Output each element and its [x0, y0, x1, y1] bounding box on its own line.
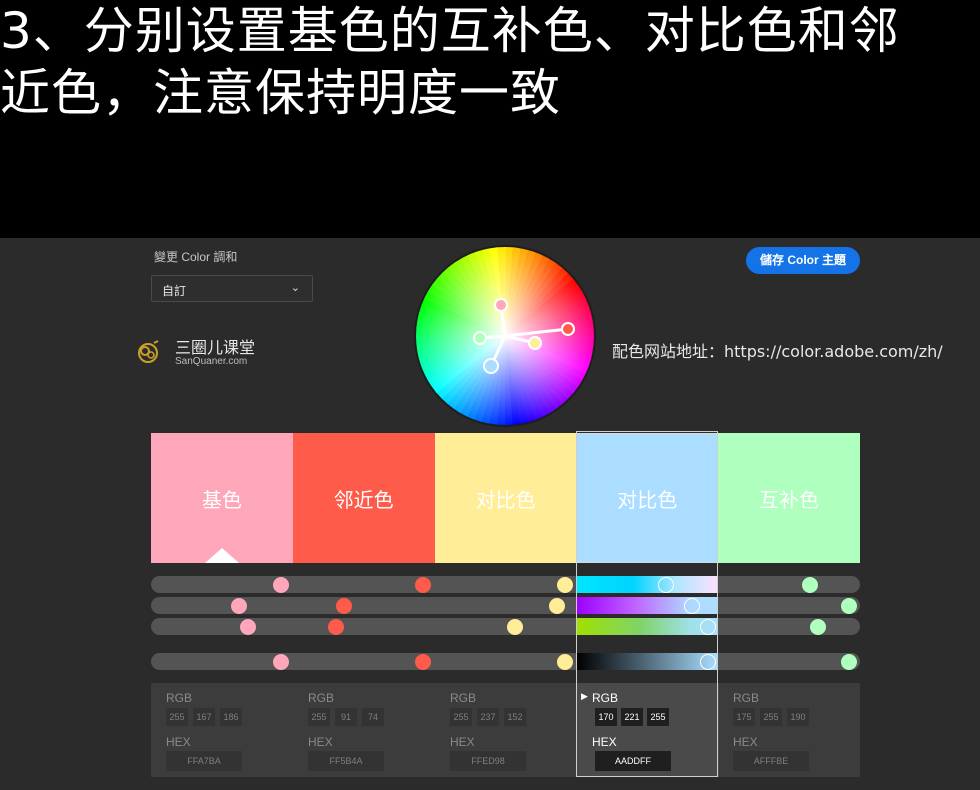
rgb-g-field[interactable]: 237	[477, 708, 499, 726]
rgb-b-field[interactable]: 74	[362, 708, 384, 726]
color-values-col-2: RGB 255 91 74 HEX FF5B4A	[293, 683, 435, 777]
swatch-base[interactable]: 基色	[151, 433, 293, 563]
rgb-label: RGB	[308, 691, 335, 705]
rgb-r-field[interactable]: 175	[733, 708, 755, 726]
rgb-r-field[interactable]: 255	[308, 708, 330, 726]
brand-domain: SanQuaner.com	[175, 356, 248, 367]
rgb-g-field[interactable]: 255	[760, 708, 782, 726]
hex-label: HEX	[308, 735, 333, 749]
chevron-down-icon: ⌄	[290, 282, 300, 294]
rgb-r-field[interactable]: 255	[450, 708, 472, 726]
slider-knob-selected[interactable]	[684, 597, 700, 614]
slider-knob[interactable]	[549, 597, 565, 614]
slider-knob[interactable]	[240, 618, 256, 635]
brand-watermark: 三圈儿课堂 SanQuaner.com	[134, 334, 304, 374]
slider-gradient-brightness	[577, 618, 718, 635]
brand-logo-icon	[138, 340, 159, 363]
swatch-label: 对比色	[617, 487, 678, 512]
slider-knob[interactable]	[273, 653, 289, 670]
slider-knob[interactable]	[557, 576, 573, 593]
slider-knob[interactable]	[328, 618, 344, 635]
slider-knob[interactable]	[841, 653, 857, 670]
slider-knob-selected[interactable]	[658, 576, 674, 593]
slider-track-value[interactable]	[151, 653, 860, 670]
swatch-analogous[interactable]: 邻近色	[292, 433, 435, 563]
hex-field[interactable]: AADDFF	[595, 751, 671, 771]
swatch-label: 基色	[201, 487, 242, 512]
wheel-handle-contrast-2[interactable]	[483, 358, 499, 374]
brand-name: 三圈儿课堂	[175, 338, 256, 357]
color-values-col-3: RGB 255 237 152 HEX FFED98	[435, 683, 577, 777]
save-theme-button[interactable]: 儲存 Color 主題	[746, 247, 860, 274]
slider-knob-selected[interactable]	[700, 653, 716, 670]
slider-knob[interactable]	[802, 576, 818, 593]
color-wheel[interactable]	[413, 244, 597, 428]
slider-knob[interactable]	[415, 576, 431, 593]
wheel-handle-complement[interactable]	[473, 331, 487, 345]
harmony-mode-value: 自訂	[162, 284, 187, 298]
color-swatches: 基色 邻近色 对比色 对比色 互补色	[151, 433, 860, 563]
color-values-col-4: ▶ RGB 170 221 255 HEX AADDFF	[577, 683, 719, 777]
channel-sliders	[151, 576, 860, 676]
rgb-b-field[interactable]: 255	[647, 708, 669, 726]
slider-knob[interactable]	[415, 653, 431, 670]
rgb-label: RGB	[733, 691, 760, 705]
rgb-g-field[interactable]: 167	[193, 708, 215, 726]
rgb-b-field[interactable]: 190	[787, 708, 809, 726]
slider-knob[interactable]	[336, 597, 352, 614]
slider-knob[interactable]	[507, 618, 523, 635]
caret-right-icon: ▶	[581, 692, 588, 702]
slider-knob[interactable]	[841, 597, 857, 614]
slider-track-saturation[interactable]	[151, 597, 860, 614]
hex-label: HEX	[166, 735, 191, 749]
slider-knob[interactable]	[231, 597, 247, 614]
swatch-label: 邻近色	[333, 487, 394, 512]
site-url-caption: 配色网站地址：https://color.adobe.com/zh/	[612, 342, 943, 361]
hex-label: HEX	[450, 735, 475, 749]
slider-knob[interactable]	[273, 576, 289, 593]
harmony-mode-label: 變更 Color 調和	[154, 250, 238, 264]
swatch-label: 对比色	[475, 487, 536, 512]
swatch-complement[interactable]: 互补色	[718, 433, 860, 563]
wheel-handle-contrast-1[interactable]	[528, 336, 542, 350]
wheel-handle-base[interactable]	[494, 298, 508, 312]
rgb-g-field[interactable]: 221	[621, 708, 643, 726]
headline-line-1: 3、分别设置基色的互补色、对比色和邻	[0, 2, 900, 60]
color-values-col-5: RGB 175 255 190 HEX AFFFBE	[718, 683, 860, 777]
swatch-contrast-1[interactable]: 对比色	[434, 433, 577, 563]
rgb-b-field[interactable]: 152	[504, 708, 526, 726]
slider-knob[interactable]	[557, 653, 573, 670]
hex-label: HEX	[733, 735, 758, 749]
slider-track-brightness[interactable]	[151, 618, 860, 635]
swatch-label: 互补色	[759, 487, 820, 512]
slider-gradient-hue	[577, 576, 718, 593]
rgb-label: RGB	[450, 691, 477, 705]
slider-knob[interactable]	[810, 618, 826, 635]
hex-label: HEX	[592, 735, 617, 749]
rgb-label: RGB	[592, 691, 619, 705]
rgb-r-field[interactable]: 170	[595, 708, 617, 726]
hex-field[interactable]: AFFFBE	[733, 751, 809, 771]
swatch-contrast-2[interactable]: 对比色	[576, 433, 719, 563]
slider-gradient-value	[577, 653, 718, 670]
headline: 3、分别设置基色的互补色、对比色和邻 近色，注意保持明度一致	[0, 0, 980, 238]
color-values-panel: RGB 255 167 186 HEX FFA7BA RGB 255 91 74…	[151, 683, 860, 777]
hex-field[interactable]: FFED98	[450, 751, 526, 771]
rgb-b-field[interactable]: 186	[220, 708, 242, 726]
color-values-col-1: RGB 255 167 186 HEX FFA7BA	[151, 683, 293, 777]
wheel-handle-analogous[interactable]	[561, 322, 575, 336]
hex-field[interactable]: FF5B4A	[308, 751, 384, 771]
hex-field[interactable]: FFA7BA	[166, 751, 242, 771]
slider-track-hue[interactable]	[151, 576, 860, 593]
headline-line-2: 近色，注意保持明度一致	[0, 64, 561, 122]
color-app: 變更 Color 調和 自訂 ⌄ 儲存 Color 主題 三圈儿课堂 SanQu…	[0, 238, 980, 790]
rgb-label: RGB	[166, 691, 193, 705]
slider-knob-selected[interactable]	[700, 618, 716, 635]
harmony-mode-select[interactable]: 自訂 ⌄	[151, 275, 313, 302]
base-color-marker-icon	[205, 548, 239, 563]
rgb-r-field[interactable]: 255	[166, 708, 188, 726]
rgb-g-field[interactable]: 91	[335, 708, 357, 726]
